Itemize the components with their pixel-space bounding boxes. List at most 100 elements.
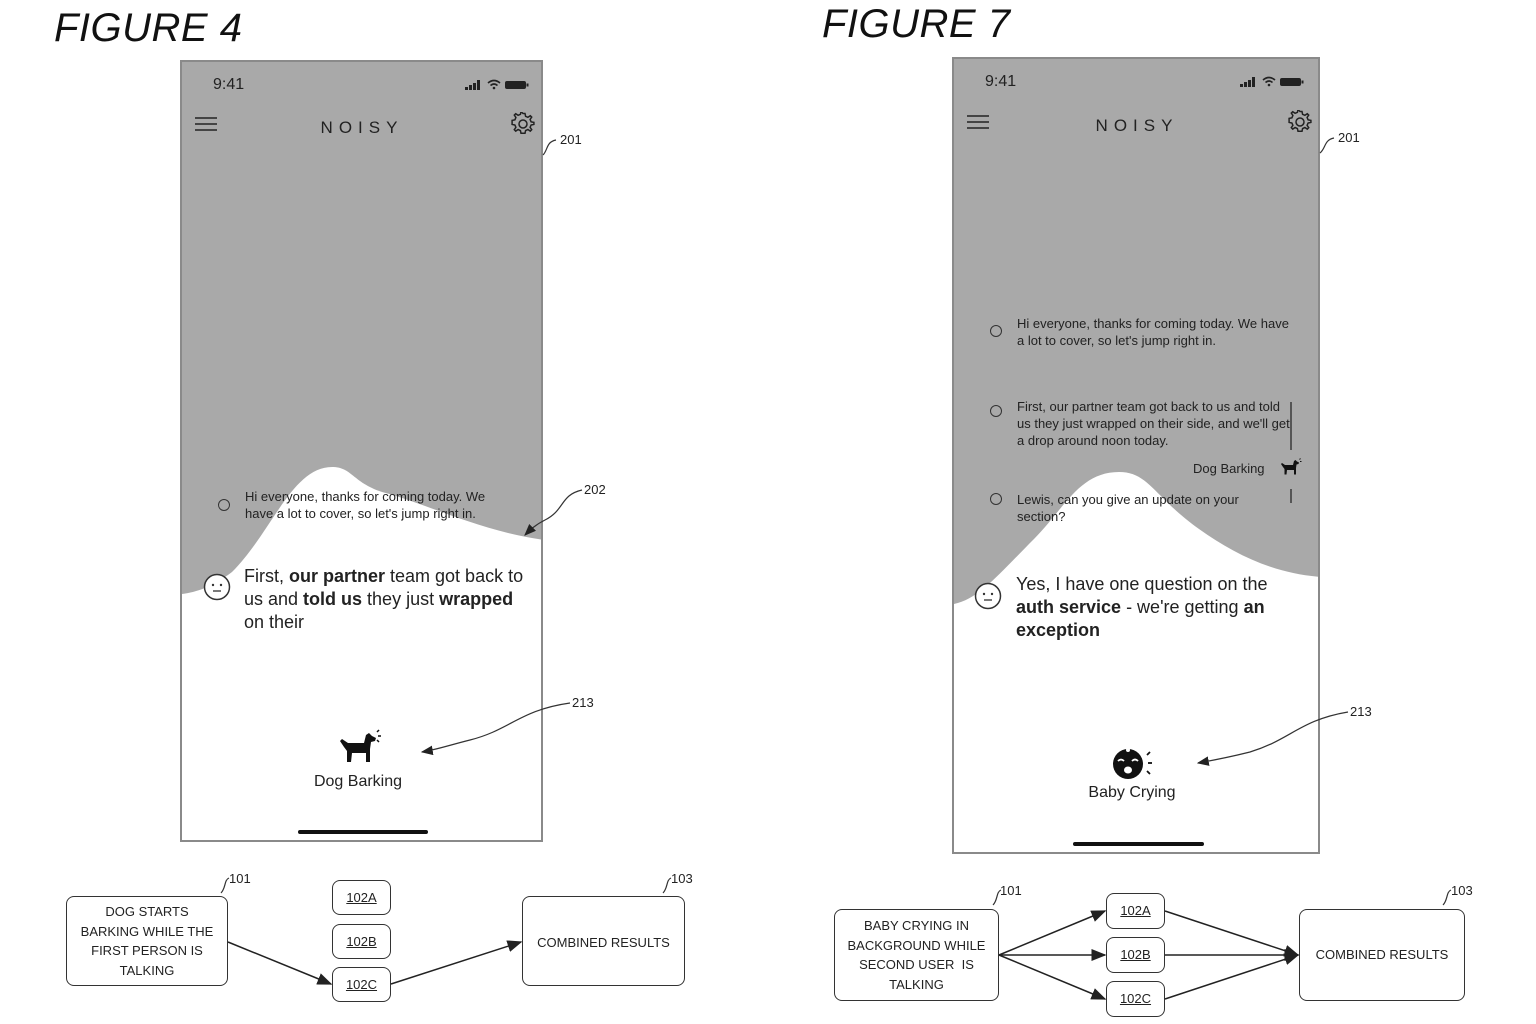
dog-barking-icon: [1281, 458, 1302, 475]
figure-4-phone: 9:41 NOISY Hi everyone, thanks for comin…: [180, 60, 543, 842]
gear-icon[interactable]: [511, 112, 535, 136]
source-event-line: TALKING: [889, 976, 944, 992]
model-box-102a: 102A: [1106, 893, 1165, 929]
app-title: NOISY: [320, 118, 404, 137]
baby-crying-icon: [1113, 748, 1152, 779]
gear-icon[interactable]: [1288, 110, 1312, 134]
text-segment: on their: [244, 612, 305, 632]
event-label: Dog Barking: [313, 773, 403, 790]
shaded-wave-background: [954, 59, 1318, 604]
active-message-text: First, our partner team got back to us a…: [244, 565, 534, 634]
transcript-message: Lewis, can you give an update on your se…: [1017, 491, 1277, 525]
model-box-102c: 102C: [332, 967, 391, 1002]
flow-arrow: [227, 941, 333, 985]
transcript-message: Hi everyone, thanks for coming today. We…: [245, 488, 515, 522]
flow-arrow: [998, 954, 1107, 1000]
active-speaker-avatar-icon: [974, 582, 1002, 610]
shaded-wave-background: [182, 62, 541, 594]
source-event-box: DOG STARTS BARKING WHILE THE FIRST PERSON …: [66, 896, 228, 986]
model-label: 102A: [1120, 903, 1151, 919]
model-label: 102A: [346, 889, 377, 905]
combined-results-label: COMBINED RESULTS: [537, 935, 670, 950]
figure-7-phone: 9:41 NOISY Hi everyone, thanks for comin…: [952, 57, 1320, 854]
speaker-avatar-icon: [990, 493, 1002, 505]
combined-results-box: COMBINED RESULTS: [522, 896, 685, 986]
model-label: 102C: [345, 976, 378, 992]
message-text: Lewis, can you give an update on your se…: [1017, 492, 1239, 524]
flow-arrow: [1164, 910, 1300, 957]
dog-barking-icon: [340, 729, 381, 762]
model-box-102c: 102C: [1106, 981, 1165, 1017]
emphasized-text: wrapped: [439, 589, 514, 609]
message-text: First, our partner team got back to us a…: [1017, 399, 1290, 448]
battery-icon: [1280, 78, 1304, 86]
model-box-102b: 102B: [332, 924, 391, 959]
model-label: 102B: [346, 933, 377, 949]
source-event-line: FIRST PERSON IS: [91, 943, 203, 958]
status-icons: [465, 79, 529, 90]
figure-7-title: FIGURE 7: [822, 2, 1011, 46]
speaker-avatar-icon: [990, 325, 1002, 337]
model-box-102a: 102A: [332, 880, 391, 915]
source-event-line: BARKING WHILE THE: [80, 923, 214, 939]
emphasized-text: auth service: [1016, 597, 1122, 617]
ref-label-103: 103: [1451, 883, 1473, 898]
source-event-box: BABY CRYING IN BACKGROUND WHILE SECOND USE…: [834, 909, 999, 1001]
transcript-message: First, our partner team got back to us a…: [1017, 398, 1292, 449]
flow-arrow: [390, 940, 523, 985]
hamburger-menu-icon[interactable]: [195, 116, 217, 132]
ref-label-213: 213: [1350, 704, 1372, 719]
active-transcript-message: Yes, I have one question on the auth ser…: [1016, 573, 1306, 642]
status-icons: [1240, 76, 1304, 87]
message-text: Hi everyone, thanks for coming today. We…: [245, 489, 486, 521]
hamburger-menu-icon[interactable]: [967, 114, 989, 130]
speaker-avatar-icon: [218, 499, 230, 511]
emphasized-text: our partner: [289, 566, 386, 586]
active-transcript-message: First, our partner team got back to us a…: [244, 565, 534, 634]
message-text: Hi everyone, thanks for coming today. We…: [1017, 316, 1289, 348]
home-indicator: [1073, 842, 1204, 846]
message-range-bar: [1290, 489, 1292, 503]
model-box-102b: 102B: [1106, 937, 1165, 973]
text-segment: - we're getting: [1121, 597, 1244, 617]
transcript-message: Hi everyone, thanks for coming today. We…: [1017, 315, 1297, 349]
ref-label-201: 201: [560, 132, 582, 147]
ref-label-103: 103: [671, 871, 693, 886]
source-event-line: BACKGROUND WHILE: [847, 937, 986, 953]
ref-label-101: 101: [229, 871, 251, 886]
source-event-line: BABY CRYING IN: [864, 918, 969, 933]
source-event-line: TALKING: [119, 962, 175, 978]
wifi-icon: [1262, 76, 1276, 87]
combined-results-box: COMBINED RESULTS: [1299, 909, 1465, 1001]
source-event-text: DOG STARTS BARKING WHILE THE FIRST PERSON …: [81, 902, 214, 980]
signal-icon: [465, 80, 480, 90]
event-label: Baby Crying: [1088, 784, 1176, 801]
battery-icon: [505, 81, 529, 89]
ref-label-201: 201: [1338, 130, 1360, 145]
source-event-text: BABY CRYING IN BACKGROUND WHILE SECOND USE…: [848, 916, 986, 994]
ref-label-202: 202: [584, 482, 606, 497]
model-label: 102B: [1120, 947, 1151, 963]
status-time: 9:41: [985, 73, 1017, 90]
app-title: NOISY: [1095, 116, 1179, 135]
active-speaker-avatar-icon: [203, 573, 231, 601]
active-message-text: Yes, I have one question on the auth ser…: [1016, 573, 1306, 642]
emphasized-text: told us: [303, 589, 363, 609]
ref-label-213: 213: [572, 695, 594, 710]
combined-results-label: COMBINED RESULTS: [1315, 947, 1449, 963]
wifi-icon: [487, 79, 501, 90]
source-event-line: SECOND USER IS: [859, 957, 974, 972]
home-indicator: [298, 830, 428, 834]
message-range-bar: [1290, 402, 1292, 450]
flow-arrow: [1164, 953, 1300, 1000]
ref-label-101: 101: [1000, 883, 1022, 898]
flow-arrow: [998, 910, 1107, 956]
text-segment: they just: [362, 589, 440, 609]
text-segment: Yes, I have one question on the: [1016, 574, 1268, 594]
inline-event-tag: Dog Barking: [1193, 461, 1265, 476]
text-segment: First,: [244, 566, 289, 586]
source-event-line: DOG STARTS: [105, 904, 189, 919]
status-time: 9:41: [213, 76, 245, 93]
leader-201: [542, 139, 557, 156]
speaker-avatar-icon: [990, 405, 1002, 417]
